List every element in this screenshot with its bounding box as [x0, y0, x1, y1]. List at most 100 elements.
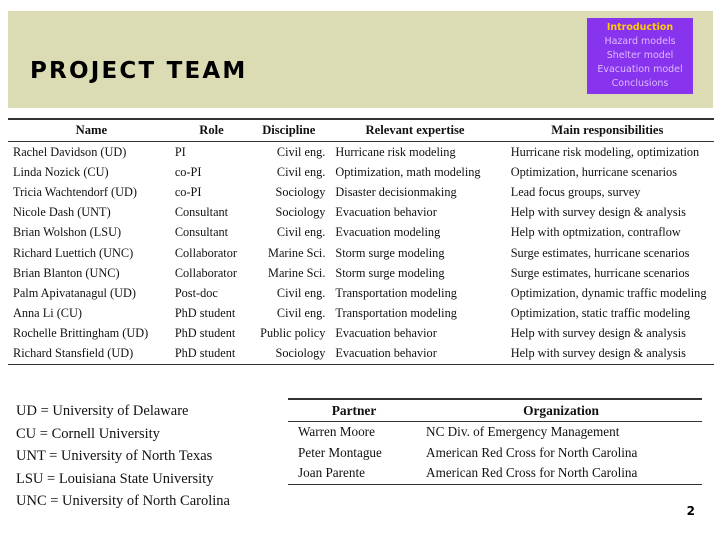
- cell-name: Richard Luettich (UNC): [13, 245, 134, 260]
- legend-line-cu: CU = Cornell University: [16, 425, 160, 442]
- column-header-discipline: Discipline: [248, 118, 330, 142]
- cell-discipline: Sociology: [275, 184, 326, 199]
- column-header-responsibilities: Main responsibilities: [500, 118, 714, 142]
- cell-responsibilities: Help with survey design & analysis: [510, 326, 686, 341]
- cell-responsibilities: Help with survey design & analysis: [510, 205, 686, 220]
- column-header-expertise: Relevant expertise: [329, 118, 501, 142]
- cell-discipline: Civil eng.: [276, 306, 326, 321]
- column-header-role: Role: [174, 118, 249, 142]
- table-row: Nicole Dash (UNT) Consultant Sociology E…: [8, 203, 714, 223]
- cell-name: Brian Wolshon (LSU): [13, 225, 122, 240]
- cell-role: co-PI: [174, 164, 202, 179]
- partner-table: Partner Organization Warren Moore NC Div…: [288, 398, 702, 485]
- legend-line-ud: UD = University of Delaware: [16, 403, 189, 419]
- cell-partner: Peter Montague: [298, 444, 382, 460]
- cell-name: Linda Nozick (CU): [13, 164, 109, 179]
- cell-responsibilities: Hurricane risk modeling, optimization: [510, 144, 700, 159]
- cell-role: PhD student: [174, 306, 236, 321]
- cell-responsibilities: Optimization, static traffic modeling: [510, 306, 691, 321]
- table-row: Richard Luettich (UNC) Collaborator Mari…: [8, 243, 714, 263]
- cell-expertise: Storm surge modeling: [335, 265, 445, 280]
- cell-role: Collaborator: [174, 245, 237, 260]
- cell-organization: American Red Cross for North Carolina: [420, 462, 702, 485]
- cell-expertise: Hurricane risk modeling: [335, 144, 456, 159]
- cell-expertise: Transportation modeling: [335, 306, 457, 321]
- cell-discipline: Marine Sci.: [268, 245, 326, 260]
- page-title: PROJECT TEAM: [30, 58, 248, 84]
- nav-item-introduction[interactable]: Introduction: [587, 21, 693, 35]
- cell-partner: Warren Moore: [298, 424, 375, 440]
- cell-expertise: Storm surge modeling: [335, 245, 445, 260]
- legend-line-unt: UNT = University of North Texas: [16, 448, 213, 465]
- column-header-name: Name: [8, 118, 175, 142]
- cell-responsibilities: Surge estimates, hurricane scenarios: [510, 245, 690, 260]
- table-row: Linda Nozick (CU) co-PI Civil eng. Optim…: [8, 162, 714, 182]
- table-row: Brian Wolshon (LSU) Consultant Civil eng…: [8, 223, 714, 243]
- page-number: 2: [686, 504, 695, 518]
- cell-role: Post-doc: [174, 285, 218, 300]
- cell-discipline: Civil eng.: [276, 144, 326, 159]
- cell-expertise: Optimization, math modeling: [335, 164, 481, 179]
- cell-name: Brian Blanton (UNC): [13, 265, 120, 280]
- cell-responsibilities: Lead focus groups, survey: [510, 184, 641, 199]
- cell-role: Consultant: [174, 225, 229, 240]
- table-row: Palm Apivatanagul (UD) Post-doc Civil en…: [8, 283, 714, 303]
- cell-discipline: Civil eng.: [276, 285, 326, 300]
- table-row: Peter Montague American Red Cross for No…: [288, 442, 702, 462]
- column-header-organization: Organization: [420, 398, 702, 422]
- table-row: Brian Blanton (UNC) Collaborator Marine …: [8, 263, 714, 283]
- table-row: Joan Parente American Red Cross for Nort…: [288, 462, 702, 485]
- cell-role: PhD student: [174, 343, 249, 366]
- nav-item-evacuation-model[interactable]: Evacuation model: [587, 63, 693, 77]
- cell-organization: NC Div. of Emergency Management: [426, 424, 620, 440]
- abbreviation-legend: UD = University of Delaware CU = Cornell…: [16, 400, 230, 513]
- legend-line-lsu: LSU = Louisiana State University: [16, 470, 214, 487]
- cell-role: PhD student: [174, 326, 236, 341]
- cell-responsibilities: Surge estimates, hurricane scenarios: [510, 265, 690, 280]
- nav-item-shelter-model[interactable]: Shelter model: [587, 49, 693, 63]
- cell-expertise: Evacuation modeling: [335, 225, 441, 240]
- cell-name: Palm Apivatanagul (UD): [13, 285, 136, 300]
- cell-name: Rochelle Brittingham (UD): [13, 326, 149, 341]
- table-row: Tricia Wachtendorf (UD) co-PI Sociology …: [8, 182, 714, 202]
- cell-expertise: Disaster decisionmaking: [335, 184, 457, 199]
- cell-expertise: Transportation modeling: [335, 285, 457, 300]
- table-row: Warren Moore NC Div. of Emergency Manage…: [288, 422, 702, 443]
- nav-item-conclusions[interactable]: Conclusions: [587, 77, 693, 91]
- cell-responsibilities: Help with optmization, contraflow: [510, 225, 681, 240]
- table-row: Rochelle Brittingham (UD) PhD student Pu…: [8, 324, 714, 344]
- cell-discipline: Sociology: [275, 205, 326, 220]
- cell-expertise: Evacuation behavior: [335, 326, 437, 341]
- cell-role: co-PI: [174, 184, 202, 199]
- table-header-row: Name Role Discipline Relevant expertise …: [8, 118, 714, 142]
- cell-expertise: Evacuation behavior: [335, 205, 437, 220]
- cell-organization: American Red Cross for North Carolina: [426, 444, 638, 460]
- cell-responsibilities: Optimization, dynamic traffic modeling: [510, 285, 707, 300]
- table-row: Rachel Davidson (UD) PI Civil eng. Hurri…: [8, 142, 714, 163]
- cell-role: PI: [174, 144, 186, 159]
- nav-item-hazard-models[interactable]: Hazard models: [587, 35, 693, 49]
- cell-discipline: Public policy: [260, 326, 326, 341]
- cell-role: Collaborator: [174, 265, 237, 280]
- cell-responsibilities: Help with survey design & analysis: [500, 343, 714, 366]
- cell-discipline: Civil eng.: [276, 164, 326, 179]
- legend-line-unc: UNC = University of North Carolina: [16, 493, 230, 510]
- table-row: Richard Stansfield (UD) PhD student Soci…: [8, 343, 714, 366]
- cell-expertise: Evacuation behavior: [329, 343, 501, 366]
- table-row: Anna Li (CU) PhD student Civil eng. Tran…: [8, 304, 714, 324]
- cell-discipline: Marine Sci.: [268, 265, 326, 280]
- cell-responsibilities: Optimization, hurricane scenarios: [510, 164, 677, 179]
- section-navigation: Introduction Hazard models Shelter model…: [587, 18, 693, 94]
- cell-name: Rachel Davidson (UD): [13, 144, 127, 159]
- column-header-partner: Partner: [288, 398, 421, 422]
- cell-discipline: Civil eng.: [276, 225, 326, 240]
- partner-header-row: Partner Organization: [288, 398, 702, 422]
- cell-role: Consultant: [174, 205, 229, 220]
- cell-name: Anna Li (CU): [13, 306, 82, 321]
- cell-discipline: Sociology: [248, 343, 330, 366]
- project-team-table: Name Role Discipline Relevant expertise …: [8, 118, 714, 366]
- cell-name: Tricia Wachtendorf (UD): [13, 184, 137, 199]
- cell-name: Nicole Dash (UNT): [13, 205, 111, 220]
- cell-name: Richard Stansfield (UD): [8, 343, 175, 366]
- cell-partner: Joan Parente: [288, 462, 421, 485]
